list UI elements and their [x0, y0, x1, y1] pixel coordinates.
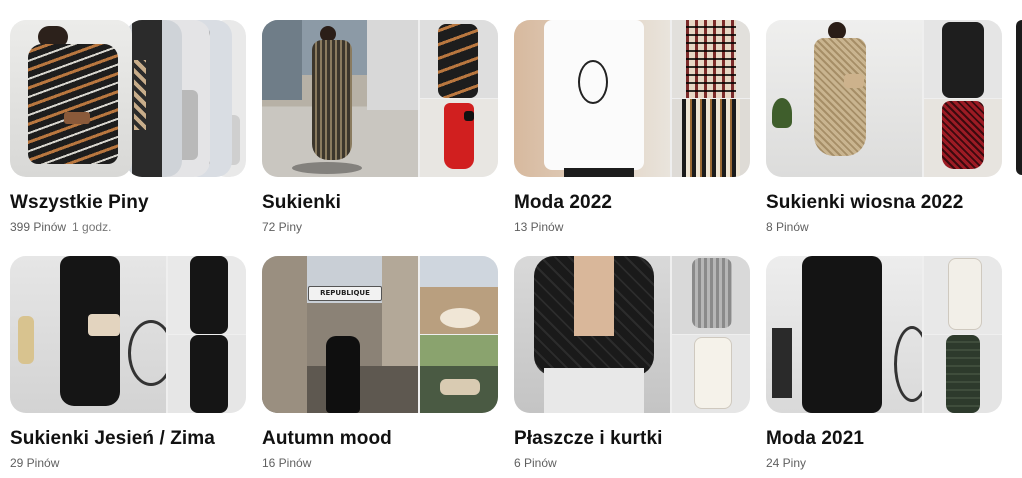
- board-card-moda-2021[interactable]: Moda 2021 24 Piny: [766, 256, 1002, 470]
- board-card-sukienki-jesien-zima[interactable]: Sukienki Jesień / Zima 29 Pinów: [10, 256, 246, 470]
- street-sign: REPUBLIQUE: [308, 286, 382, 301]
- board-cover[interactable]: [514, 256, 750, 413]
- board-card-plaszcze-i-kurtki[interactable]: Płaszcze i kurtki 6 Pinów: [514, 256, 750, 470]
- board-cover-top-image: [168, 256, 246, 334]
- board-title[interactable]: Autumn mood: [262, 428, 498, 450]
- board-title[interactable]: Moda 2022: [514, 192, 750, 214]
- board-title[interactable]: Płaszcze i kurtki: [514, 428, 750, 450]
- board-pin-count: 8 Pinów: [766, 220, 809, 234]
- board-cover[interactable]: [514, 20, 750, 177]
- board-title[interactable]: Sukienki: [262, 192, 498, 214]
- board-pin-count: 16 Pinów: [262, 456, 312, 470]
- board-cover-top-image: [420, 20, 498, 98]
- board-pin-count: 72 Piny: [262, 220, 303, 234]
- board-pin-count: 399 Pinów: [10, 220, 67, 234]
- board-card-moda-2022[interactable]: Moda 2022 13 Pinów: [514, 20, 750, 234]
- board-meta: 16 Pinów: [262, 456, 498, 470]
- board-title[interactable]: Moda 2021: [766, 428, 1002, 450]
- board-cover-main-image: [514, 20, 670, 177]
- board-cover-top-image: [672, 256, 750, 334]
- board-cover-top-image: [924, 20, 1002, 98]
- board-cover-top-image: [924, 256, 1002, 334]
- board-cover-top-image: [420, 256, 498, 334]
- board-updated-time: 1 godz.: [72, 220, 112, 234]
- board-title[interactable]: Sukienki wiosna 2022: [766, 192, 1002, 214]
- board-meta: 24 Piny: [766, 456, 1002, 470]
- board-pin-count: 29 Pinów: [10, 456, 60, 470]
- board-card-sukienki-wiosna-2022[interactable]: Sukienki wiosna 2022 8 Pinów: [766, 20, 1002, 234]
- board-cover[interactable]: [766, 256, 1002, 413]
- board-cover-bottom-image: [672, 335, 750, 413]
- board-cover-main-image: [766, 256, 922, 413]
- board-pin-count: 24 Piny: [766, 456, 807, 470]
- board-cover-bottom-image: [924, 335, 1002, 413]
- board-cover-main-image: REPUBLIQUE: [262, 256, 418, 413]
- board-cover-main-image: [766, 20, 922, 177]
- board-meta: 13 Pinów: [514, 220, 750, 234]
- board-cover[interactable]: [10, 256, 246, 413]
- board-cover-main-image: [262, 20, 418, 177]
- board-cover-top-image: [672, 20, 750, 98]
- board-pin-count: 6 Pinów: [514, 456, 557, 470]
- board-cover-main-image: [514, 256, 670, 413]
- board-cover-bottom-image: [420, 335, 498, 413]
- board-meta: 72 Piny: [262, 220, 498, 234]
- board-title[interactable]: Sukienki Jesień / Zima: [10, 428, 246, 450]
- board-cover-main-image: [10, 256, 166, 413]
- board-pin-count: 13 Pinów: [514, 220, 564, 234]
- board-title[interactable]: Wszystkie Piny: [10, 192, 246, 214]
- board-cover-bottom-image: [672, 99, 750, 177]
- board-meta: 8 Pinów: [766, 220, 1002, 234]
- board-card-sukienki[interactable]: Sukienki 72 Piny: [262, 20, 498, 234]
- board-cover[interactable]: [262, 20, 498, 177]
- board-card-wszystkie-piny[interactable]: Wszystkie Piny 399 Pinów 1 godz.: [10, 20, 246, 234]
- board-meta: 399 Pinów 1 godz.: [10, 220, 246, 234]
- stack-image-1: [10, 20, 132, 177]
- board-cover-bottom-image: [924, 99, 1002, 177]
- board-cover[interactable]: REPUBLIQUE: [262, 256, 498, 413]
- board-cover-stack[interactable]: [10, 20, 246, 177]
- board-cover-bottom-image: [168, 335, 246, 413]
- board-cover[interactable]: [766, 20, 1002, 177]
- next-board-cover-partial[interactable]: [1016, 20, 1022, 175]
- street-sign-text: REPUBLIQUE: [320, 289, 370, 297]
- stack-image-2: [126, 20, 182, 177]
- board-meta: 6 Pinów: [514, 456, 750, 470]
- board-cover-bottom-image: [420, 99, 498, 177]
- board-meta: 29 Pinów: [10, 456, 246, 470]
- board-card-autumn-mood[interactable]: REPUBLIQUE Autumn mood 16 Pinów: [262, 256, 498, 470]
